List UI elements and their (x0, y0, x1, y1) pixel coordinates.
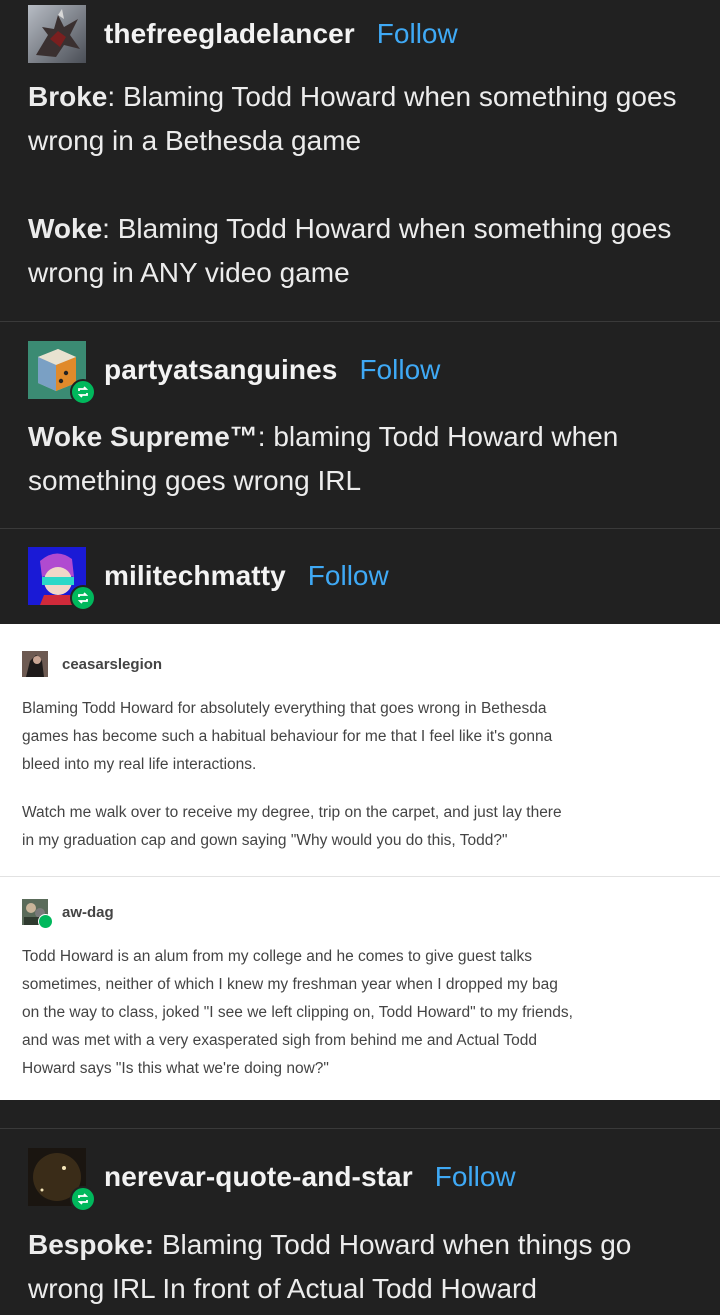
avatar[interactable] (28, 547, 96, 611)
embed-entry: aw-dag Todd Howard is an alum from my co… (22, 898, 702, 1083)
paragraph-label: Woke Supreme™ (28, 421, 258, 452)
reblog-icon (70, 379, 96, 405)
label-separator: : (102, 213, 118, 244)
divider (0, 1128, 720, 1129)
post-paragraph: Bespoke: Blaming Todd Howard when things… (28, 1223, 698, 1311)
avatar[interactable] (22, 651, 48, 677)
paragraph-text: Blaming Todd Howard when something goes … (28, 213, 672, 288)
follow-button[interactable]: Follow (435, 1161, 516, 1193)
embed-line: Blaming Todd Howard for absolutely every… (22, 700, 547, 717)
embed-body: Blaming Todd Howard for absolutely every… (22, 695, 702, 855)
follow-button[interactable]: Follow (359, 354, 440, 386)
post-body: Broke: Blaming Todd Howard when somethin… (28, 75, 698, 295)
embed-line: Howard says "Is this what we're doing no… (22, 1060, 329, 1077)
avatar[interactable] (28, 341, 96, 405)
reblog-icon (38, 914, 53, 929)
paragraph-label: Woke (28, 213, 103, 244)
post-header: thefreegladelancer Follow (28, 4, 458, 64)
label-separator: : (257, 421, 274, 452)
embed-header: ceasarslegion (22, 650, 702, 678)
embed-entry: ceasarslegion Blaming Todd Howard for ab… (22, 650, 702, 855)
embed-line: Watch me walk over to receive my degree,… (22, 804, 562, 821)
post-header: partyatsanguines Follow (28, 340, 440, 405)
portrait-icon (22, 651, 48, 677)
label-separator: : (107, 81, 123, 112)
post-paragraph: Broke: Blaming Todd Howard when somethin… (28, 75, 698, 163)
paragraph-text: Blaming Todd Howard when something goes … (28, 81, 677, 156)
embed-username[interactable]: ceasarslegion (62, 656, 162, 673)
post-body: Bespoke: Blaming Todd Howard when things… (28, 1223, 698, 1311)
embed-divider (0, 876, 720, 877)
embed-line: games has become such a habitual behavio… (22, 728, 553, 745)
embed-line: in my graduation cap and gown saying "Wh… (22, 832, 508, 849)
follow-button[interactable]: Follow (377, 18, 458, 50)
reblog-icon (70, 585, 96, 611)
paragraph-label: Broke (28, 81, 108, 112)
username[interactable]: partyatsanguines (104, 354, 337, 386)
embed-line: Todd Howard is an alum from my college a… (22, 948, 533, 965)
post-paragraph: Woke Supreme™: blaming Todd Howard when … (28, 415, 698, 503)
post-header: militechmatty Follow (28, 546, 389, 611)
embedded-screenshot: ceasarslegion Blaming Todd Howard for ab… (0, 624, 720, 1100)
embed-body: Todd Howard is an alum from my college a… (22, 943, 702, 1083)
follow-button[interactable]: Follow (308, 560, 389, 592)
post-paragraph: Woke: Blaming Todd Howard when something… (28, 207, 698, 295)
username[interactable]: nerevar-quote-and-star (104, 1161, 413, 1193)
embed-line: on the way to class, joked "I see we lef… (22, 1004, 573, 1021)
embed-line (22, 779, 702, 799)
avatar[interactable] (28, 5, 86, 63)
avatar[interactable] (22, 899, 53, 929)
paragraph-label: Bespoke: (28, 1229, 155, 1260)
username[interactable]: militechmatty (104, 560, 286, 592)
dragon-icon (28, 5, 86, 63)
embed-username[interactable]: aw-dag (62, 904, 114, 921)
embed-header: aw-dag (22, 898, 702, 929)
embed-line: bleed into my real life interactions. (22, 756, 257, 773)
embed-line: sometimes, neither of which I knew my fr… (22, 976, 558, 993)
post-header: nerevar-quote-and-star Follow (28, 1147, 516, 1212)
post-body: Woke Supreme™: blaming Todd Howard when … (28, 415, 698, 503)
avatar[interactable] (28, 1148, 96, 1212)
label-separator (154, 1229, 162, 1260)
reblog-icon (70, 1186, 96, 1212)
username[interactable]: thefreegladelancer (104, 18, 355, 50)
embed-line: and was met with a very exasperated sigh… (22, 1032, 537, 1049)
